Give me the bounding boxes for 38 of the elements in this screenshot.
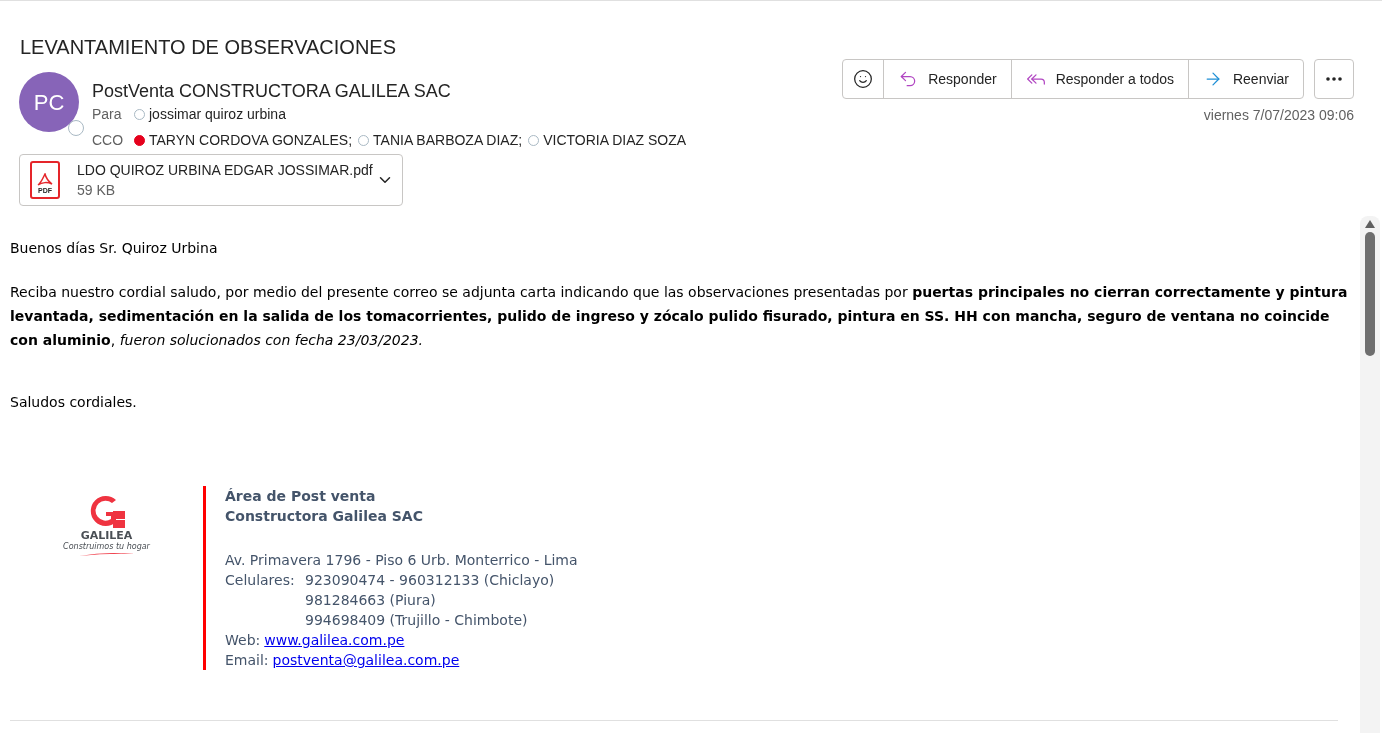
phones-label: Celulares:: [225, 571, 296, 590]
action-button[interactable]: Responder a todos: [1010, 60, 1188, 98]
field-label: Para: [92, 105, 122, 124]
recipient-name[interactable]: TANIA BARBOZA DIAZ;: [373, 130, 523, 150]
web-label: Web:: [225, 631, 261, 650]
signature-title: Constructora Galilea SAC: [225, 507, 424, 526]
phone-number: 981284663 (Piura): [305, 591, 437, 610]
email-date: viernes 7/07/2023 09:06: [1203, 106, 1354, 125]
attachment-size: 59 KB: [77, 181, 117, 200]
closing-text: Saludos cordiales.: [10, 393, 138, 412]
action-button[interactable]: Reenviar: [1187, 60, 1303, 98]
email-link[interactable]: postventa@galilea.com.pe: [272, 650, 460, 670]
body-paragraph: Reciba nuestro cordial saludo, por medio del presente correo se adjunta carta indicando que las observaciones presentadas por puertas principales no cierran correctamente y pintura levantada, sedimentación en la salida de los tomacorrientes, pulido de ingreso y zócalo pulido fisurado, pintura en SS. HH con mancha, seguro de ventana no coincide con aluminio, fueron solucionados con fecha 23/03/2023.: [10, 283, 1349, 350]
phone-number: 923090474 - 960312133 (Chiclayo): [305, 571, 555, 590]
signature-address: Av. Primavera 1796 - Piso 6 Urb. Monterrico - Lima: [225, 551, 578, 570]
logo-tagline: Construimos tu hogar: [63, 542, 150, 552]
web-link[interactable]: www.galilea.com.pe: [264, 630, 405, 650]
logo-text: GALILEA: [80, 530, 133, 542]
more-icon: [1326, 77, 1342, 81]
sender-avatar[interactable]: PC: [19, 72, 79, 132]
attachment-name: LDO QUIROZ URBINA EDGAR JOSSIMAR.pdf: [77, 161, 373, 180]
smiley-icon: [853, 69, 874, 89]
recipient-name[interactable]: VICTORIA DIAZ SOZA: [543, 130, 687, 150]
more-button[interactable]: [1314, 59, 1354, 99]
email-subject: LEVANTAMIENTO DE OBSERVACIONES: [20, 35, 397, 60]
sender-name[interactable]: PostVenta CONSTRUCTORA GALILEA SAC: [92, 78, 689, 104]
recipient-name[interactable]: jossimar quiroz urbina: [149, 104, 286, 124]
scrollbar[interactable]: [1360, 216, 1380, 733]
email-label: Email:: [225, 651, 269, 670]
recipient-name[interactable]: TARYN CORDOVA GONZALES;: [149, 130, 353, 150]
action-button[interactable]: Responder: [883, 60, 1011, 98]
scrollbar-thumb[interactable]: [1365, 232, 1375, 356]
signature-title: Área de Post venta: [225, 487, 377, 506]
presence-icon: [68, 120, 84, 136]
greeting-text: Buenos días Sr. Quiroz Urbina: [10, 239, 219, 258]
phone-number: 994698409 (Trujillo - Chimbote): [305, 611, 529, 630]
scroll-up-icon[interactable]: [1365, 220, 1375, 228]
field-label: CCO: [92, 131, 122, 150]
